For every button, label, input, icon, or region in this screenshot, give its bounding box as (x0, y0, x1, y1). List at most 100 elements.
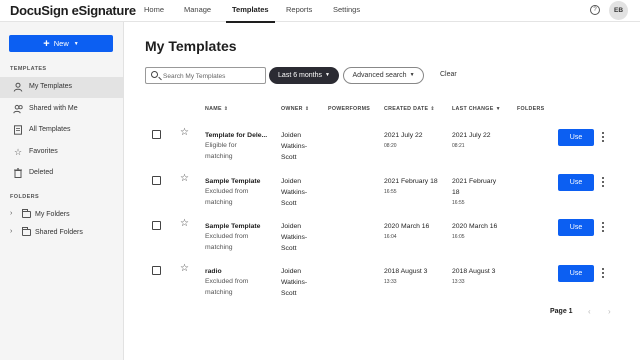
changed-time: 16:05 (452, 234, 465, 240)
avatar[interactable]: EB (609, 1, 628, 20)
folder-my-folders[interactable]: › My Folders (0, 207, 123, 223)
trash-icon (13, 168, 23, 178)
search-input[interactable] (163, 70, 263, 82)
column-header-folders: FOLDERS (517, 106, 545, 112)
nav-home[interactable]: Home (144, 0, 164, 22)
sidebar-item-favorites[interactable]: ☆ Favorites (0, 142, 123, 163)
folders-section-heading: FOLDERS (10, 194, 40, 200)
favorite-star-icon[interactable]: ☆ (180, 174, 189, 184)
sidebar-item-shared-with-me[interactable]: Shared with Me (0, 99, 123, 120)
template-status: Excluded from (205, 188, 249, 195)
template-owner: Scott (281, 200, 297, 207)
more-options-icon[interactable] (601, 132, 605, 144)
search-icon (151, 71, 158, 78)
page-title: My Templates (145, 38, 237, 54)
column-header-label: LAST CHANGE (452, 106, 494, 112)
nav-settings[interactable]: Settings (333, 0, 360, 22)
row-checkbox[interactable] (152, 266, 161, 275)
row-checkbox[interactable] (152, 176, 161, 185)
template-name[interactable]: radio (205, 267, 222, 278)
created-time: 16:04 (384, 234, 397, 240)
created-time: 13:33 (384, 279, 397, 285)
sidebar-item-deleted[interactable]: Deleted (0, 163, 123, 184)
advanced-search-dropdown[interactable]: Advanced search ▼ (343, 67, 424, 84)
use-button[interactable]: Use (558, 174, 594, 191)
sidebar: + New ▼ TEMPLATES My Templates Shared with… (0, 22, 124, 360)
created-date: 2021 July 22 (384, 132, 423, 139)
chevron-right-icon[interactable]: › (10, 210, 12, 217)
column-header-last-change[interactable]: LAST CHANGE ▼ (452, 106, 501, 112)
column-header-created-date[interactable]: CREATED DATE ⇕ (384, 106, 435, 112)
favorite-star-icon[interactable]: ☆ (180, 219, 189, 229)
templates-section-heading: TEMPLATES (10, 66, 47, 72)
caret-down-icon: ▼ (409, 72, 415, 78)
date-filter-dropdown[interactable]: Last 6 months ▼ (269, 67, 339, 84)
favorite-star-icon[interactable]: ☆ (180, 264, 189, 274)
date-filter-label: Last 6 months (278, 72, 322, 79)
caret-down-icon: ▼ (325, 72, 330, 78)
folder-shared-folders[interactable]: › Shared Folders (0, 225, 123, 241)
column-header-label: OWNER (281, 106, 303, 112)
template-name[interactable]: Sample Template (205, 177, 260, 188)
folder-icon (22, 209, 31, 218)
new-button-label: New (53, 39, 69, 48)
template-owner: Scott (281, 290, 297, 297)
template-status: Excluded from (205, 278, 249, 285)
folder-icon (22, 227, 31, 236)
nav-templates[interactable]: Templates (226, 0, 275, 23)
changed-date: 2020 March 16 (452, 223, 498, 230)
app-logo[interactable]: DocuSign eSignature (10, 3, 136, 18)
template-owner: Watkins- (281, 143, 308, 150)
sort-icon: ⇕ (304, 106, 310, 112)
created-time: 16:55 (384, 189, 397, 195)
sidebar-item-my-templates[interactable]: My Templates (0, 77, 123, 98)
sort-desc-icon: ▼ (495, 106, 501, 112)
changed-date: 2021 February (452, 178, 497, 185)
user-icon (13, 82, 23, 92)
more-options-icon[interactable] (601, 177, 605, 189)
template-status: Eligible for (205, 142, 237, 149)
chevron-right-icon[interactable]: › (10, 228, 12, 235)
created-date: 2021 February 18 (384, 178, 438, 185)
nav-reports[interactable]: Reports (286, 0, 312, 22)
changed-time: 13:33 (452, 279, 465, 285)
template-name[interactable]: Template for Dele... (205, 131, 267, 142)
sidebar-item-label: All Templates (29, 126, 71, 133)
template-name[interactable]: Sample Template (205, 222, 260, 233)
column-header-label: CREATED DATE (384, 106, 429, 112)
created-date: 2020 March 16 (384, 223, 430, 230)
column-header-label: NAME (205, 106, 222, 112)
clear-button[interactable]: Clear (440, 71, 457, 78)
caret-down-icon: ▼ (73, 41, 79, 47)
sort-icon: ⇕ (223, 106, 229, 112)
sidebar-item-all-templates[interactable]: All Templates (0, 120, 123, 141)
use-button[interactable]: Use (558, 265, 594, 282)
nav-manage[interactable]: Manage (184, 0, 211, 22)
use-button[interactable]: Use (558, 219, 594, 236)
prev-page-icon[interactable]: ‹ (588, 307, 591, 316)
changed-date: 18 (452, 189, 460, 196)
document-icon (13, 125, 23, 135)
more-options-icon[interactable] (601, 222, 605, 234)
sidebar-item-label: Deleted (29, 169, 54, 176)
row-checkbox[interactable] (152, 130, 161, 139)
created-date: 2018 August 3 (384, 268, 428, 275)
more-options-icon[interactable] (601, 268, 605, 280)
search-box[interactable] (145, 67, 266, 84)
advanced-search-label: Advanced search (352, 72, 407, 79)
favorite-star-icon[interactable]: ☆ (180, 128, 189, 138)
template-status: Excluded from (205, 233, 249, 240)
column-header-name[interactable]: NAME ⇕ (205, 106, 228, 112)
use-button[interactable]: Use (558, 129, 594, 146)
new-button[interactable]: + New ▼ (9, 35, 113, 52)
template-status: matching (205, 244, 233, 251)
sort-icon: ⇕ (430, 106, 435, 112)
changed-date: 2021 July 22 (452, 132, 491, 139)
template-status: matching (205, 153, 233, 160)
folder-label: Shared Folders (35, 229, 83, 236)
help-icon[interactable]: ? (590, 5, 600, 15)
row-checkbox[interactable] (152, 221, 161, 230)
column-header-owner[interactable]: OWNER ⇕ (281, 106, 309, 112)
template-owner: Watkins- (281, 189, 308, 196)
next-page-icon[interactable]: › (608, 307, 611, 316)
